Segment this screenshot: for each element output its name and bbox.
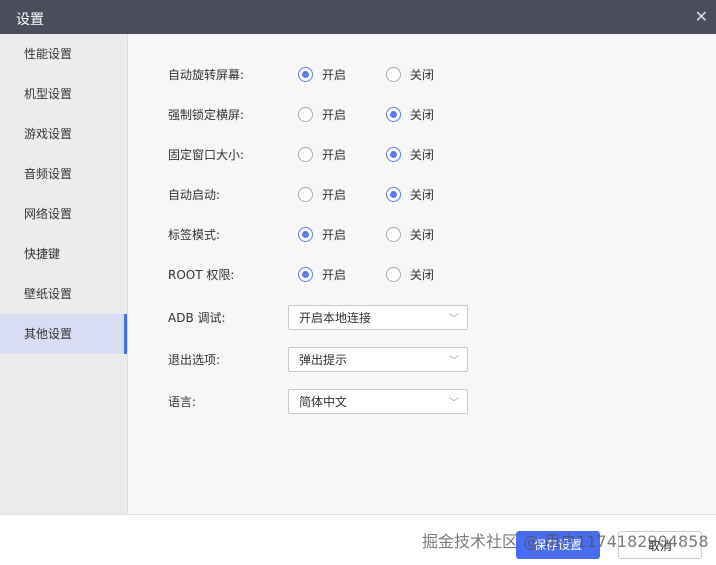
radio-label: 关闭 [410,147,435,162]
radio-circle[interactable] [298,146,313,162]
setting-label: 自动旋转屏幕: [168,67,245,82]
sidebar-item[interactable]: 性能设置 [0,34,127,74]
radio-label: 开启 [322,67,347,82]
radio-circle[interactable] [386,266,401,282]
radio-label: 开启 [322,147,347,162]
radio-on[interactable]: 开启 [298,186,386,203]
radio-off[interactable]: 关闭 [386,146,474,163]
sidebar-item[interactable]: 游戏设置 [0,114,127,154]
setting-label: ROOT 权限: [168,267,235,282]
sidebar-item[interactable]: 机型设置 [0,74,127,114]
sidebar-item[interactable]: 网络设置 [0,194,127,234]
radio-row: 固定窗口大小: 开启 关闭 [168,144,474,164]
chevron-down-icon: ﹀ [449,356,459,367]
radio-on[interactable]: 开启 [298,226,386,243]
chevron-down-icon: ﹀ [449,398,459,409]
radio-row: 自动旋转屏幕: 开启 关闭 [168,64,474,84]
setting-label: ADB 调试: [168,311,226,325]
setting-label: 标签模式: [168,227,221,242]
radio-label: 关闭 [410,67,435,82]
sidebar-item[interactable]: 其他设置 [0,314,127,354]
settings-panel: 自动旋转屏幕: 开启 关闭 强制锁定横屏: 开启 关闭 固定窗口大小: 开启 关闭自… [128,34,716,514]
radio-circle[interactable] [386,106,401,122]
radio-on[interactable]: 开启 [298,146,386,163]
sidebar-item[interactable]: 壁纸设置 [0,274,127,314]
radio-off[interactable]: 关闭 [386,66,474,83]
radio-label: 关闭 [410,267,435,282]
title-bar: 设置 ✕ [0,0,716,34]
radio-circle[interactable] [298,186,313,202]
radio-off[interactable]: 关闭 [386,106,474,123]
dropdown[interactable]: 简体中文 ﹀ [288,389,468,414]
sidebar-item[interactable]: 快捷键 [0,234,127,274]
radio-circle[interactable] [298,226,313,242]
radio-row: 标签模式: 开启 关闭 [168,224,474,244]
sidebar-item[interactable]: 音频设置 [0,154,127,194]
chevron-down-icon: ﹀ [449,314,459,325]
cancel-button[interactable]: 取消 [618,531,702,559]
radio-row: 强制锁定横屏: 开启 关闭 [168,104,474,124]
radio-label: 关闭 [410,107,435,122]
radio-row: ROOT 权限: 开启 关闭 [168,264,474,284]
setting-label: 固定窗口大小: [168,147,245,162]
radio-circle[interactable] [298,106,313,122]
save-button[interactable]: 保存设置 [516,531,600,559]
footer: 保存设置 取消 [0,514,716,565]
radio-circle[interactable] [386,66,401,82]
radio-on[interactable]: 开启 [298,66,386,83]
radio-label: 关闭 [410,187,435,202]
radio-label: 开启 [322,227,347,242]
radio-circle[interactable] [298,66,313,82]
select-row: ADB 调试: 开启本地连接 ﹀ [168,305,468,330]
radio-off[interactable]: 关闭 [386,226,474,243]
sidebar: 性能设置 机型设置 游戏设置 音频设置 网络设置 快捷键 壁纸设置 其他设置 [0,34,128,514]
radio-circle[interactable] [298,266,313,282]
radio-circle[interactable] [386,226,401,242]
dropdown-value: 开启本地连接 [299,311,372,325]
radio-label: 关闭 [410,227,435,242]
setting-label: 语言: [168,395,197,409]
select-row: 语言: 简体中文 ﹀ [168,389,468,414]
radio-label: 开启 [322,107,347,122]
radio-row: 自动启动: 开启 关闭 [168,184,474,204]
select-row: 退出选项: 弹出提示 ﹀ [168,347,468,372]
radio-off[interactable]: 关闭 [386,186,474,203]
radio-label: 开启 [322,267,347,282]
dropdown-value: 简体中文 [299,395,348,409]
radio-on[interactable]: 开启 [298,106,386,123]
setting-label: 自动启动: [168,187,221,202]
radio-off[interactable]: 关闭 [386,266,474,283]
dropdown-value: 弹出提示 [299,353,348,367]
dropdown[interactable]: 弹出提示 ﹀ [288,347,468,372]
dropdown[interactable]: 开启本地连接 ﹀ [288,305,468,330]
radio-circle[interactable] [386,146,401,162]
setting-label: 强制锁定横屏: [168,107,245,122]
radio-on[interactable]: 开启 [298,266,386,283]
window-title: 设置 [16,12,44,28]
close-icon[interactable]: ✕ [695,7,708,26]
radio-circle[interactable] [386,186,401,202]
radio-label: 开启 [322,187,347,202]
setting-label: 退出选项: [168,353,221,367]
